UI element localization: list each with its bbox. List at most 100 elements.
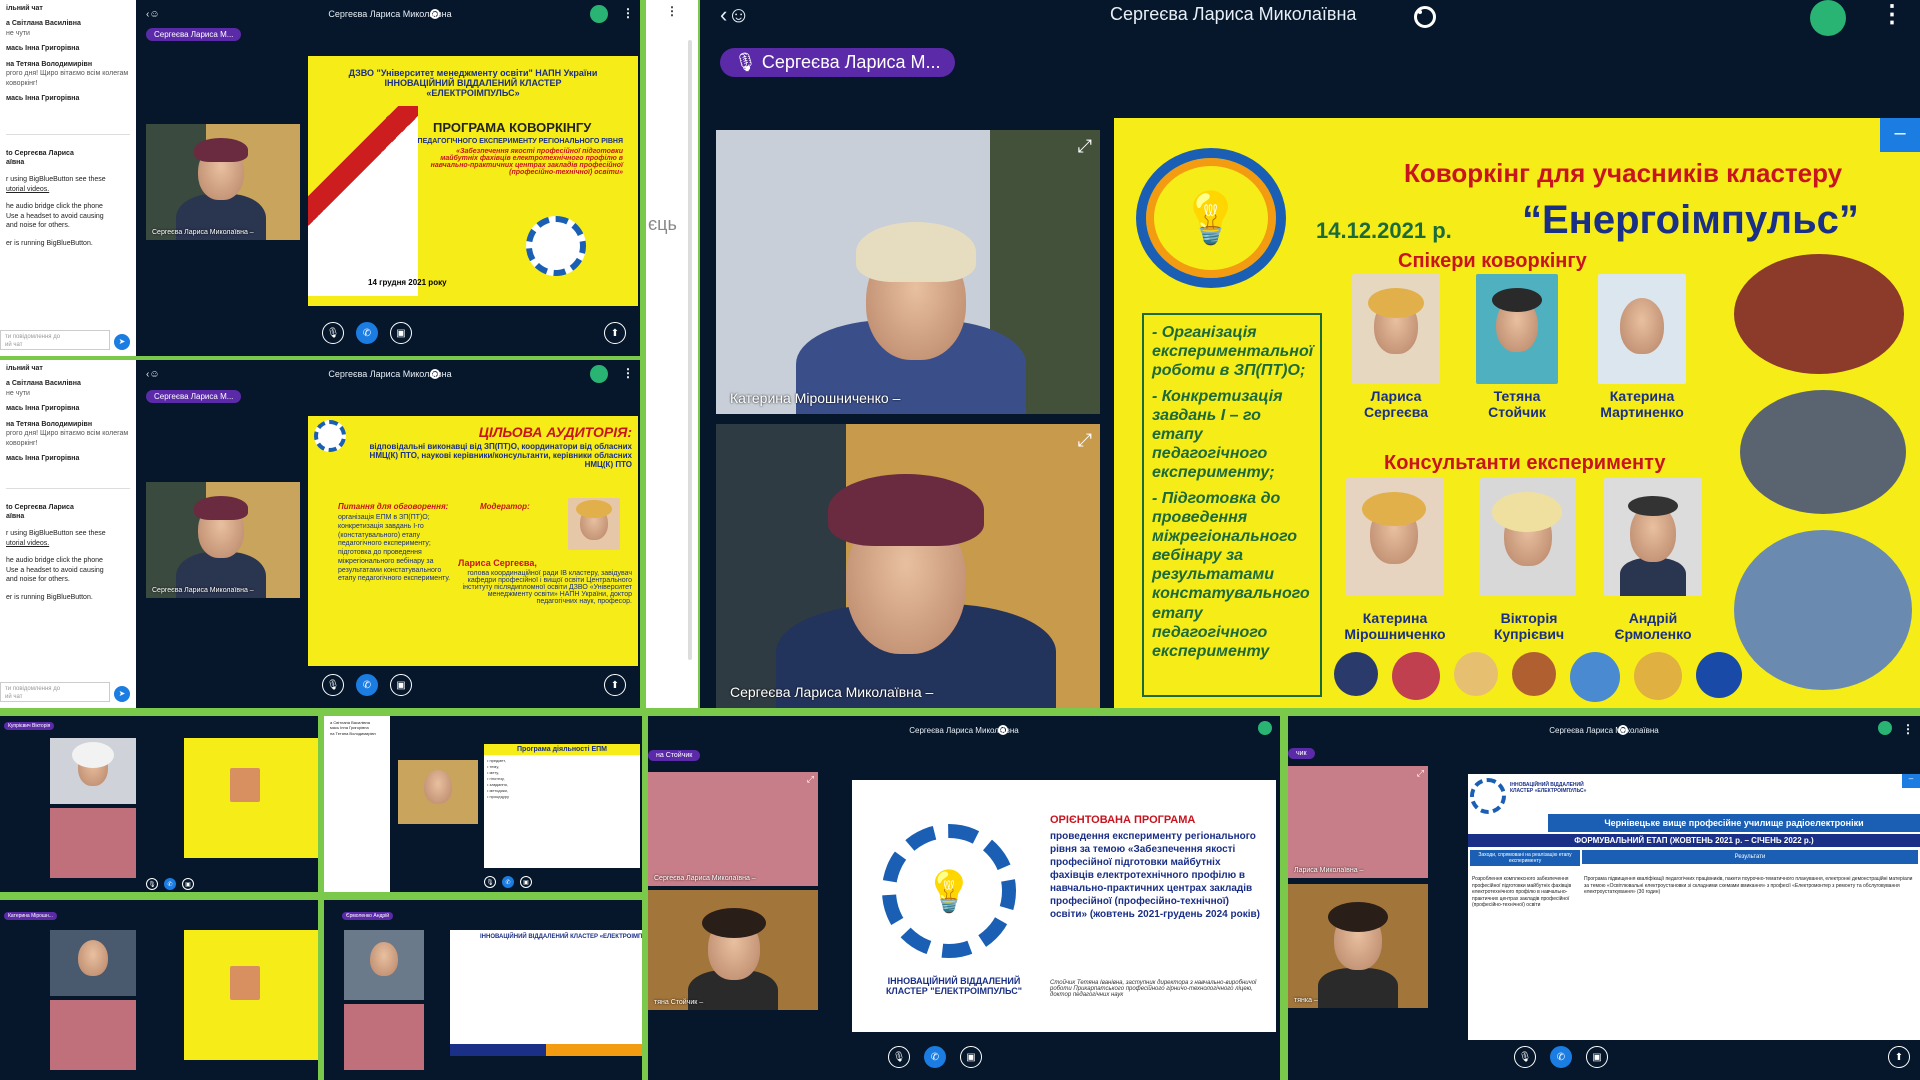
tile-top-left-2: ільний чат а Світлана Василівна не чути … xyxy=(0,360,640,708)
chat-system[interactable]: utorial videos. xyxy=(6,185,130,194)
chat-user: мась Інна Григорівна xyxy=(6,95,80,103)
minimize-icon[interactable]: – xyxy=(1902,774,1920,788)
screenshare-icon[interactable]: ⬆ xyxy=(604,674,626,696)
chat-input[interactable]: ти повідомлення до ий чат xyxy=(0,682,110,702)
slide-body: проведення експерименту регіонального рі… xyxy=(1050,831,1260,920)
webcam-video-2: ⤢ Сергеєва Лариса Миколаївна – xyxy=(716,424,1100,708)
slide-text: відповідальні виконавці від ЗП(ПТ)О, коо… xyxy=(369,442,632,469)
record-icon[interactable] xyxy=(430,369,440,379)
meeting-title: Сергеєва Лариса Миколаївна xyxy=(1549,725,1659,735)
talking-indicator: 🎙 Сергеєва Лариса М... xyxy=(720,48,955,77)
presentation-slide xyxy=(184,930,318,1060)
moderator-name: Лариса Сергеєва, xyxy=(458,558,537,568)
record-icon[interactable] xyxy=(998,725,1008,735)
chat-system: аївна xyxy=(6,512,25,520)
phone-icon[interactable]: ✆ xyxy=(1550,1046,1572,1068)
options-icon[interactable]: ⋮ xyxy=(666,4,678,18)
public-chat-panel: ільний чат а Світлана Василівна не чути … xyxy=(0,0,136,356)
top-bar: Сергеєва Лариса Миколаївна ⋮ xyxy=(1288,716,1920,744)
screenshare-icon[interactable]: ⬆ xyxy=(1888,1046,1910,1068)
phone-icon[interactable]: ✆ xyxy=(502,876,514,888)
send-icon[interactable]: ➤ xyxy=(114,686,130,702)
webcam-label: Сергеєва Лариса Миколаївна – xyxy=(152,587,254,594)
agenda-box: - Організація експериментальної роботи в… xyxy=(1142,313,1322,697)
tile-top-left-1: ільний чат а Світлана Василівна не чути … xyxy=(0,0,640,356)
fragment-text: єць xyxy=(648,214,677,234)
phone-icon[interactable]: ✆ xyxy=(356,674,378,696)
moderator-label: Модератор: xyxy=(480,502,530,511)
chat-system: and noise for others. xyxy=(6,222,70,230)
mute-icon[interactable]: 🎙 xyxy=(322,674,344,696)
webcam-label: Сергеєва Лариса Миколаївна – xyxy=(152,229,254,236)
meeting-title: Сергеєва Лариса Миколаївна xyxy=(328,9,452,19)
record-icon[interactable] xyxy=(1618,725,1628,735)
tile-bottom-right: Сергеєва Лариса Миколаївна ⋮ чик ⤢ Ларис… xyxy=(1288,716,1920,1080)
fullscreen-icon[interactable]: ⤢ xyxy=(1078,136,1092,157)
video-icon[interactable]: ▣ xyxy=(960,1046,982,1068)
record-icon[interactable] xyxy=(430,9,440,19)
webcam-label: Лариса Миколаївна – xyxy=(1294,867,1364,874)
users-icon[interactable]: ‹☺ xyxy=(720,2,750,28)
chat-system: er is running BigBlueButton. xyxy=(6,593,93,601)
moderator-text: голова координаційної ради ІВ кластеру, … xyxy=(462,570,632,605)
chat-system: Use a headset to avoid causing xyxy=(6,566,104,574)
presentation-slide: – ІННОВАЦІЙНИЙ ВІДДАЛЕНИЙ КЛАСТЕР «ЕЛЕКТ… xyxy=(1468,774,1920,1040)
chat-system[interactable]: utorial videos. xyxy=(6,539,130,548)
video-icon[interactable]: ▣ xyxy=(182,878,194,890)
moderator-photo xyxy=(568,498,620,550)
chat-system: r using BigBlueButton see these xyxy=(6,176,106,184)
send-icon[interactable]: ➤ xyxy=(114,334,130,350)
college-banner: Чернівецьке вище професійне училище раді… xyxy=(1548,814,1920,832)
chat-system: аївна xyxy=(6,158,25,166)
speaker-photo xyxy=(1476,274,1558,384)
webcam-video xyxy=(50,930,136,996)
connection-icon[interactable] xyxy=(590,5,608,23)
video-icon[interactable]: ▣ xyxy=(1586,1046,1608,1068)
minimize-icon[interactable]: – xyxy=(1880,118,1920,152)
talking-indicator: Сергеєва Лариса М... xyxy=(146,28,242,41)
phone-icon[interactable]: ✆ xyxy=(356,322,378,344)
discussion-title: Питання для обговорення: xyxy=(338,502,449,511)
chat-header: ільний чат xyxy=(6,5,43,12)
mute-icon[interactable]: 🎙 xyxy=(322,322,344,344)
mute-icon[interactable]: 🎙 xyxy=(888,1046,910,1068)
screenshare-icon[interactable]: ⬆ xyxy=(604,322,626,344)
webcam-video: ⤢ Лариса Миколаївна – xyxy=(1288,766,1428,878)
chat-input[interactable]: ти повідомлення до ий чат xyxy=(0,330,110,350)
options-icon[interactable]: ⋮ xyxy=(622,366,634,380)
chat-user: мась Інна Григорівна xyxy=(6,45,80,53)
video-icon[interactable]: ▣ xyxy=(520,876,532,888)
options-icon[interactable]: ⋮ xyxy=(622,6,634,20)
video-icon[interactable]: ▣ xyxy=(390,674,412,696)
record-icon[interactable] xyxy=(1414,6,1436,28)
webcam-video: ⤢ Сергеєва Лариса Миколаївна – xyxy=(648,772,818,886)
gear-logo-icon xyxy=(314,420,346,452)
connection-icon[interactable] xyxy=(1878,721,1892,735)
chat-message: не чути xyxy=(6,29,30,37)
options-icon[interactable]: ⋮ xyxy=(1902,722,1914,736)
mute-icon[interactable]: 🎙 xyxy=(484,876,496,888)
chat-system: to Сергеєва Лариса xyxy=(6,149,74,157)
meeting-title: Сергеєва Лариса Миколаївна xyxy=(909,725,1019,735)
connection-icon[interactable] xyxy=(590,365,608,383)
phone-icon[interactable]: ✆ xyxy=(164,878,176,890)
mute-icon[interactable]: 🎙 xyxy=(1514,1046,1536,1068)
tile-small-b: а Світлана Василівна мась Інна Григорівна… xyxy=(324,716,642,892)
connection-icon[interactable] xyxy=(1810,0,1846,36)
options-icon[interactable]: ⋮ xyxy=(1880,0,1904,29)
phone-icon[interactable]: ✆ xyxy=(924,1046,946,1068)
stage-banner: ФОРМУВАЛЬНИЙ ЕТАП (ЖОВТЕНЬ 2021 р. – СІЧ… xyxy=(1468,834,1920,847)
fullscreen-icon[interactable]: ⤢ xyxy=(807,774,814,785)
slide-title: Програма діяльності ЕПМ xyxy=(484,744,640,755)
fullscreen-icon[interactable]: ⤢ xyxy=(1417,768,1424,779)
scrollbar[interactable] xyxy=(688,40,692,660)
slide-subtitle: ПЕДАГОГІЧНОГО ЕКСПЕРИМЕНТУ РЕГІОНАЛЬНОГО… xyxy=(417,138,623,145)
presentation-slide xyxy=(184,738,318,858)
webcam-label: Сергеєва Лариса Миколаївна – xyxy=(730,684,934,700)
connection-icon[interactable] xyxy=(1258,721,1272,735)
video-icon[interactable]: ▣ xyxy=(390,322,412,344)
mute-icon[interactable]: 🎙 xyxy=(146,878,158,890)
tile-small-c: Катерина Мірошн... xyxy=(0,900,318,1080)
chat-user: а Світлана Василівна xyxy=(6,380,81,388)
fullscreen-icon[interactable]: ⤢ xyxy=(1078,430,1092,451)
